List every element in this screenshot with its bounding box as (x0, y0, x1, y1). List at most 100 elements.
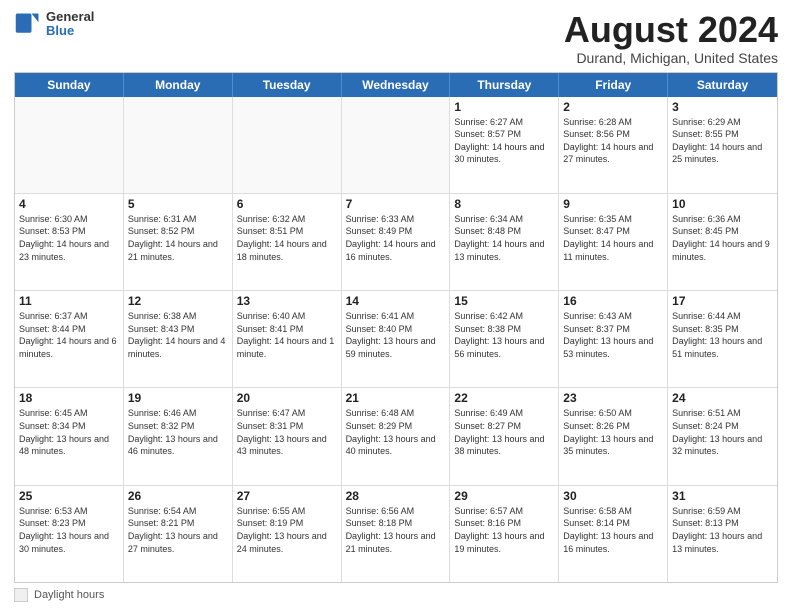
calendar-cell: 9 Sunrise: 6:35 AM Sunset: 8:47 PM Daylig… (559, 194, 668, 290)
legend: Daylight hours (14, 588, 778, 602)
cell-text: Sunrise: 6:41 AM Sunset: 8:40 PM Dayligh… (346, 310, 446, 360)
calendar-cell: 22 Sunrise: 6:49 AM Sunset: 8:27 PM Dayli… (450, 388, 559, 484)
day-number: 3 (672, 100, 773, 114)
day-number: 7 (346, 197, 446, 211)
cell-text: Sunrise: 6:55 AM Sunset: 8:19 PM Dayligh… (237, 505, 337, 555)
calendar-cell: 3Sunrise: 6:29 AM Sunset: 8:55 PM Daylig… (668, 97, 777, 193)
day-number: 22 (454, 391, 554, 405)
day-number: 10 (672, 197, 773, 211)
calendar-cell: 27 Sunrise: 6:55 AM Sunset: 8:19 PM Dayli… (233, 486, 342, 582)
logo-blue: Blue (46, 24, 94, 38)
day-number: 14 (346, 294, 446, 308)
cell-text: Sunrise: 6:34 AM Sunset: 8:48 PM Dayligh… (454, 213, 554, 263)
calendar-cell (233, 97, 342, 193)
calendar-cell: 1 Sunrise: 6:27 AM Sunset: 8:57 PM Daylig… (450, 97, 559, 193)
day-number: 29 (454, 489, 554, 503)
calendar-cell: 23Sunrise: 6:50 AM Sunset: 8:26 PM Dayli… (559, 388, 668, 484)
title-block: August 2024 Durand, Michigan, United Sta… (564, 10, 778, 66)
calendar-cell: 17 Sunrise: 6:44 AM Sunset: 8:35 PM Dayli… (668, 291, 777, 387)
cell-text: Sunrise: 6:32 AM Sunset: 8:51 PM Dayligh… (237, 213, 337, 263)
calendar-cell: 18Sunrise: 6:45 AM Sunset: 8:34 PM Dayli… (15, 388, 124, 484)
calendar-cell: 5 Sunrise: 6:31 AM Sunset: 8:52 PM Daylig… (124, 194, 233, 290)
calendar-cell: 19 Sunrise: 6:46 AM Sunset: 8:32 PM Dayli… (124, 388, 233, 484)
day-number: 16 (563, 294, 663, 308)
calendar: SundayMondayTuesdayWednesdayThursdayFrid… (14, 72, 778, 583)
calendar-week: 4Sunrise: 6:30 AM Sunset: 8:53 PM Daylig… (15, 194, 777, 291)
calendar-week: 1 Sunrise: 6:27 AM Sunset: 8:57 PM Daylig… (15, 97, 777, 194)
calendar-header-cell: Saturday (668, 73, 777, 97)
cell-text: Sunrise: 6:49 AM Sunset: 8:27 PM Dayligh… (454, 407, 554, 457)
calendar-cell: 10Sunrise: 6:36 AM Sunset: 8:45 PM Dayli… (668, 194, 777, 290)
calendar-cell (342, 97, 451, 193)
day-number: 25 (19, 489, 119, 503)
calendar-cell: 11Sunrise: 6:37 AM Sunset: 8:44 PM Dayli… (15, 291, 124, 387)
day-number: 8 (454, 197, 554, 211)
day-number: 13 (237, 294, 337, 308)
calendar-header-cell: Wednesday (342, 73, 451, 97)
cell-text: Sunrise: 6:59 AM Sunset: 8:13 PM Dayligh… (672, 505, 773, 555)
cell-text: Sunrise: 6:57 AM Sunset: 8:16 PM Dayligh… (454, 505, 554, 555)
cell-text: Sunrise: 6:54 AM Sunset: 8:21 PM Dayligh… (128, 505, 228, 555)
cell-text: Sunrise: 6:58 AM Sunset: 8:14 PM Dayligh… (563, 505, 663, 555)
calendar-cell: 7 Sunrise: 6:33 AM Sunset: 8:49 PM Daylig… (342, 194, 451, 290)
day-number: 11 (19, 294, 119, 308)
logo: General Blue (14, 10, 94, 39)
cell-text: Sunrise: 6:40 AM Sunset: 8:41 PM Dayligh… (237, 310, 337, 360)
calendar-cell: 29 Sunrise: 6:57 AM Sunset: 8:16 PM Dayli… (450, 486, 559, 582)
calendar-cell: 30Sunrise: 6:58 AM Sunset: 8:14 PM Dayli… (559, 486, 668, 582)
day-number: 6 (237, 197, 337, 211)
day-number: 24 (672, 391, 773, 405)
cell-text: Sunrise: 6:51 AM Sunset: 8:24 PM Dayligh… (672, 407, 773, 457)
legend-box (14, 588, 28, 602)
calendar-cell: 31 Sunrise: 6:59 AM Sunset: 8:13 PM Dayli… (668, 486, 777, 582)
day-number: 27 (237, 489, 337, 503)
calendar-cell: 20Sunrise: 6:47 AM Sunset: 8:31 PM Dayli… (233, 388, 342, 484)
calendar-cell: 8 Sunrise: 6:34 AM Sunset: 8:48 PM Daylig… (450, 194, 559, 290)
calendar-cell (15, 97, 124, 193)
day-number: 17 (672, 294, 773, 308)
subtitle: Durand, Michigan, United States (564, 50, 778, 66)
page: General Blue August 2024 Durand, Michiga… (0, 0, 792, 612)
cell-text: Sunrise: 6:42 AM Sunset: 8:38 PM Dayligh… (454, 310, 554, 360)
cell-text: Sunrise: 6:33 AM Sunset: 8:49 PM Dayligh… (346, 213, 446, 263)
day-number: 28 (346, 489, 446, 503)
day-number: 1 (454, 100, 554, 114)
cell-text: Sunrise: 6:50 AM Sunset: 8:26 PM Dayligh… (563, 407, 663, 457)
calendar-header-cell: Tuesday (233, 73, 342, 97)
calendar-header-cell: Sunday (15, 73, 124, 97)
logo-icon (14, 10, 42, 38)
cell-text: Sunrise: 6:27 AM Sunset: 8:57 PM Dayligh… (454, 116, 554, 166)
header: General Blue August 2024 Durand, Michiga… (14, 10, 778, 66)
cell-text: Sunrise: 6:46 AM Sunset: 8:32 PM Dayligh… (128, 407, 228, 457)
day-number: 4 (19, 197, 119, 211)
calendar-cell: 26 Sunrise: 6:54 AM Sunset: 8:21 PM Dayli… (124, 486, 233, 582)
cell-text: Sunrise: 6:44 AM Sunset: 8:35 PM Dayligh… (672, 310, 773, 360)
calendar-cell: 13 Sunrise: 6:40 AM Sunset: 8:41 PM Dayli… (233, 291, 342, 387)
day-number: 2 (563, 100, 663, 114)
day-number: 9 (563, 197, 663, 211)
day-number: 26 (128, 489, 228, 503)
calendar-header-cell: Friday (559, 73, 668, 97)
calendar-cell: 6 Sunrise: 6:32 AM Sunset: 8:51 PM Daylig… (233, 194, 342, 290)
cell-text: Sunrise: 6:31 AM Sunset: 8:52 PM Dayligh… (128, 213, 228, 263)
calendar-week: 11Sunrise: 6:37 AM Sunset: 8:44 PM Dayli… (15, 291, 777, 388)
main-title: August 2024 (564, 10, 778, 50)
day-number: 21 (346, 391, 446, 405)
cell-text: Sunrise: 6:53 AM Sunset: 8:23 PM Dayligh… (19, 505, 119, 555)
calendar-cell: 4Sunrise: 6:30 AM Sunset: 8:53 PM Daylig… (15, 194, 124, 290)
day-number: 15 (454, 294, 554, 308)
calendar-cell: 28Sunrise: 6:56 AM Sunset: 8:18 PM Dayli… (342, 486, 451, 582)
day-number: 5 (128, 197, 228, 211)
day-number: 18 (19, 391, 119, 405)
calendar-cell: 25 Sunrise: 6:53 AM Sunset: 8:23 PM Dayli… (15, 486, 124, 582)
calendar-header-row: SundayMondayTuesdayWednesdayThursdayFrid… (15, 73, 777, 97)
calendar-header-cell: Monday (124, 73, 233, 97)
cell-text: Sunrise: 6:35 AM Sunset: 8:47 PM Dayligh… (563, 213, 663, 263)
cell-text: Sunrise: 6:38 AM Sunset: 8:43 PM Dayligh… (128, 310, 228, 360)
cell-text: Sunrise: 6:43 AM Sunset: 8:37 PM Dayligh… (563, 310, 663, 360)
day-number: 31 (672, 489, 773, 503)
cell-text: Sunrise: 6:48 AM Sunset: 8:29 PM Dayligh… (346, 407, 446, 457)
day-number: 19 (128, 391, 228, 405)
calendar-body: 1 Sunrise: 6:27 AM Sunset: 8:57 PM Daylig… (15, 97, 777, 582)
calendar-cell: 14 Sunrise: 6:41 AM Sunset: 8:40 PM Dayli… (342, 291, 451, 387)
